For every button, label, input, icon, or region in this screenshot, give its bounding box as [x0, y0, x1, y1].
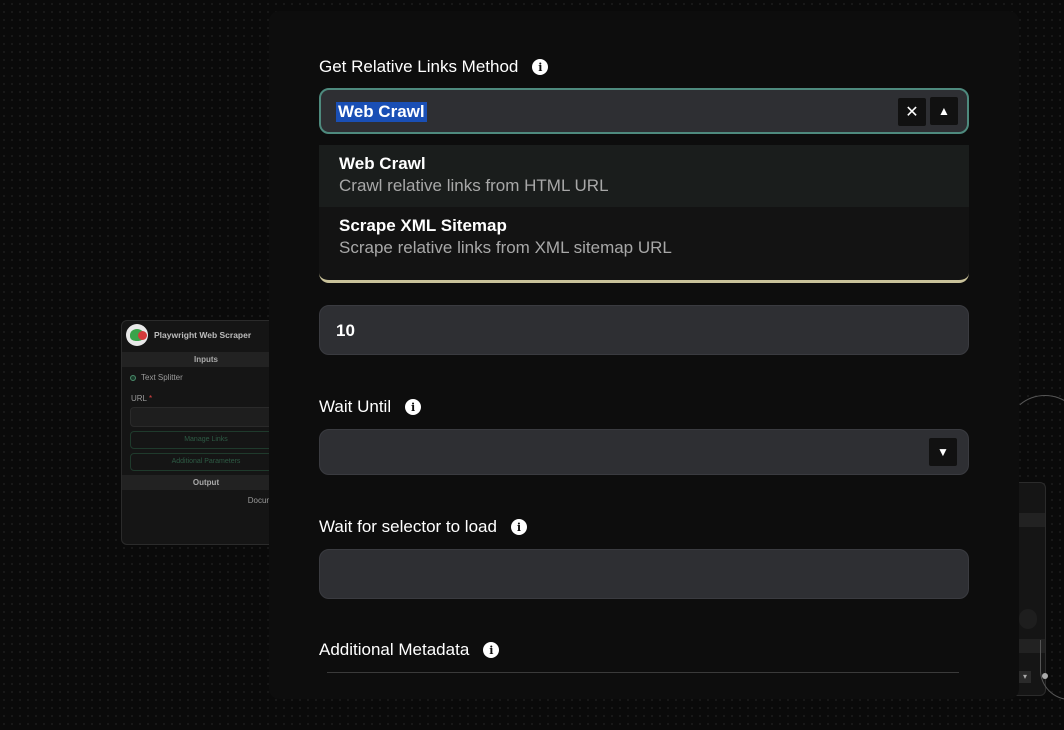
info-icon[interactable]: i [510, 519, 527, 535]
option-web-crawl[interactable]: Web Crawl Crawl relative links from HTML… [319, 145, 969, 207]
relative-links-method-label: Get Relative Links Method i [319, 57, 549, 77]
info-icon[interactable]: i [483, 642, 500, 658]
playwright-logo-icon [126, 324, 148, 346]
select-value[interactable]: Web Crawl [336, 102, 427, 122]
relative-links-method-options: Web Crawl Crawl relative links from HTML… [319, 145, 969, 283]
field-label-text: Get Relative Links Method [319, 57, 519, 76]
manage-links-button[interactable]: Manage Links [130, 431, 282, 449]
wait-selector-input[interactable] [319, 549, 969, 599]
info-icon[interactable]: i [405, 399, 422, 415]
wait-selector-label: Wait for selector to load i [319, 517, 527, 537]
wait-until-label: Wait Until i [319, 397, 422, 417]
chevron-down-icon[interactable]: ▼ [929, 438, 957, 466]
divider [327, 672, 959, 673]
node-output-item: Documen [247, 496, 282, 505]
clear-icon[interactable]: ✕ [898, 98, 926, 126]
field-label-text: Wait for selector to load [319, 517, 497, 536]
info-icon[interactable]: i [532, 59, 549, 75]
option-description: Scrape relative links from XML sitemap U… [339, 238, 672, 257]
option-description: Crawl relative links from HTML URL [339, 176, 609, 195]
node-input-text-splitter: Text Splitter [122, 367, 290, 388]
node2-dropdown-icon[interactable]: ▾ [1019, 671, 1031, 683]
node-title: Playwright Web Scraper [154, 330, 252, 340]
connection-handle-icon[interactable] [1042, 673, 1048, 679]
limit-value: 10 [336, 321, 355, 340]
wait-until-select[interactable]: ▼ [319, 429, 969, 475]
node-url-input[interactable] [130, 407, 282, 427]
node-url-label: URL * [122, 388, 290, 405]
option-title: Scrape XML Sitemap [339, 216, 507, 235]
node-header: Playwright Web Scraper [122, 321, 290, 349]
additional-parameters-button[interactable]: Additional Parameters [130, 453, 282, 471]
connection-handle-icon[interactable] [130, 374, 136, 381]
field-label-text: Wait Until [319, 397, 392, 416]
additional-metadata-label: Additional Metadata i [319, 640, 500, 660]
chevron-up-icon[interactable]: ▲ [930, 97, 958, 125]
relative-links-method-select[interactable]: Web Crawl ✕ ▲ [319, 88, 969, 134]
option-title: Web Crawl [339, 154, 426, 173]
canvas-node-playwright[interactable]: Playwright Web Scraper Inputs Text Split… [121, 320, 291, 545]
node2-input[interactable] [1019, 609, 1037, 629]
required-marker: * [148, 394, 153, 403]
field-label-text: Additional Metadata [319, 640, 470, 659]
additional-parameters-dialog: Get Relative Links Method i Web Crawl ✕ … [269, 11, 1019, 699]
limit-input[interactable]: 10 [319, 305, 969, 355]
node-inputs-header: Inputs [122, 352, 290, 367]
node-output-header: Output [122, 475, 290, 490]
node-input-label: Text Splitter [141, 373, 183, 382]
url-label-text: URL [131, 394, 147, 403]
option-scrape-xml-sitemap[interactable]: Scrape XML Sitemap Scrape relative links… [319, 207, 969, 269]
